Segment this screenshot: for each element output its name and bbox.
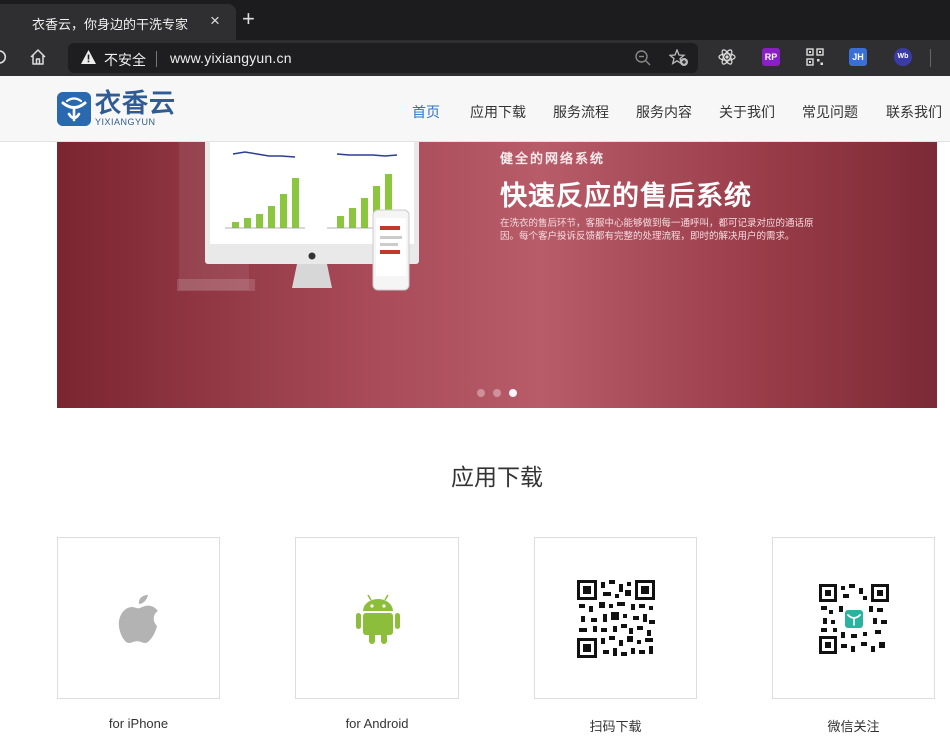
logo-icon[interactable] — [57, 92, 91, 126]
warning-icon[interactable] — [80, 49, 97, 65]
qr-extension-icon[interactable] — [806, 48, 824, 66]
carousel-dot-3[interactable] — [509, 389, 517, 397]
wechat-qr-code-icon — [819, 584, 889, 654]
nav-service-process[interactable]: 服务流程 — [553, 102, 609, 122]
nav-about-us[interactable]: 关于我们 — [719, 102, 775, 122]
wechat-follow-card[interactable] — [772, 537, 935, 699]
section-title: 应用下载 — [451, 464, 543, 490]
nav-contact-us[interactable]: 联系我们 — [886, 102, 942, 122]
iphone-download-label[interactable]: for iPhone — [57, 716, 220, 731]
nav-home[interactable]: 首页 — [412, 102, 440, 122]
tab-title: 衣香云，你身边的干洗专家 — [32, 17, 189, 32]
address-separator — [156, 51, 157, 67]
site-header: 衣香云 YIXIANGYUN 首页 应用下载 服务流程 服务内容 关于我们 常见… — [0, 76, 950, 142]
qr-download-label[interactable]: 扫码下载 — [534, 716, 697, 735]
banner-carousel[interactable]: 健全的网络系统 快速反应的售后系统 在洗衣的售后环节，客服中心能够做到每一通呼叫… — [57, 142, 937, 408]
browser-toolbar: 不安全 www.yixiangyun.cn RP JH Wb — [0, 40, 950, 76]
toolbar-divider — [930, 49, 931, 67]
carousel-dot-2[interactable] — [493, 389, 501, 397]
zoom-out-icon[interactable] — [634, 49, 652, 67]
add-favorite-icon[interactable] — [669, 49, 689, 67]
banner-description: 在洗衣的售后环节，客服中心能够做到每一通呼叫，都可记录对应的通话原因。每个客户投… — [500, 218, 814, 242]
browser-tab[interactable]: 衣香云，你身边的干洗专家 × — [0, 4, 236, 40]
url-text[interactable]: www.yixiangyun.cn — [170, 50, 292, 66]
tab-close-icon[interactable]: × — [210, 11, 220, 31]
security-status[interactable]: 不安全 — [104, 50, 146, 70]
banner-kicker: 健全的网络系统 — [500, 151, 606, 166]
apple-icon — [118, 595, 158, 643]
qr-download-card[interactable] — [534, 537, 697, 699]
qr-code-icon — [577, 580, 655, 658]
refresh-icon[interactable] — [0, 48, 8, 66]
android-icon — [356, 594, 400, 644]
new-tab-icon[interactable]: + — [242, 8, 255, 30]
nav-app-download[interactable]: 应用下载 — [470, 102, 526, 122]
address-bar[interactable]: 不安全 www.yixiangyun.cn — [68, 43, 698, 73]
carousel-dot-1[interactable] — [477, 389, 485, 397]
rp-extension-icon[interactable]: RP — [762, 48, 780, 66]
jh-extension-icon[interactable]: JH — [849, 48, 867, 66]
wb-extension-icon[interactable]: Wb — [894, 48, 912, 66]
nav-faq[interactable]: 常见问题 — [802, 102, 858, 122]
iphone-download-card[interactable] — [57, 537, 220, 699]
browser-tab-bar: 衣香云，你身边的干洗专家 × + — [0, 0, 950, 40]
wechat-follow-label[interactable]: 微信关注 — [772, 716, 935, 735]
monitor-illustration — [177, 142, 419, 291]
home-icon[interactable] — [29, 48, 47, 66]
react-devtools-icon[interactable] — [718, 48, 736, 66]
nav-service-content[interactable]: 服务内容 — [636, 102, 692, 122]
android-download-label[interactable]: for Android — [295, 716, 459, 731]
logo-subtitle: YIXIANGYUN — [95, 117, 156, 127]
logo-text[interactable]: 衣香云 — [95, 90, 176, 116]
android-download-card[interactable] — [295, 537, 459, 699]
banner-title: 快速反应的售后系统 — [500, 181, 752, 211]
